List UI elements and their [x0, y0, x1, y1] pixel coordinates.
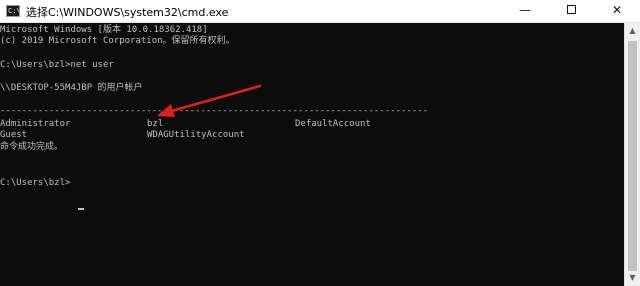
- cmd-window: C:\ 选择C:\WINDOWS\system32\cmd.exe — ✕ Mi…: [0, 0, 640, 286]
- annotation-arrow-icon: [157, 84, 262, 117]
